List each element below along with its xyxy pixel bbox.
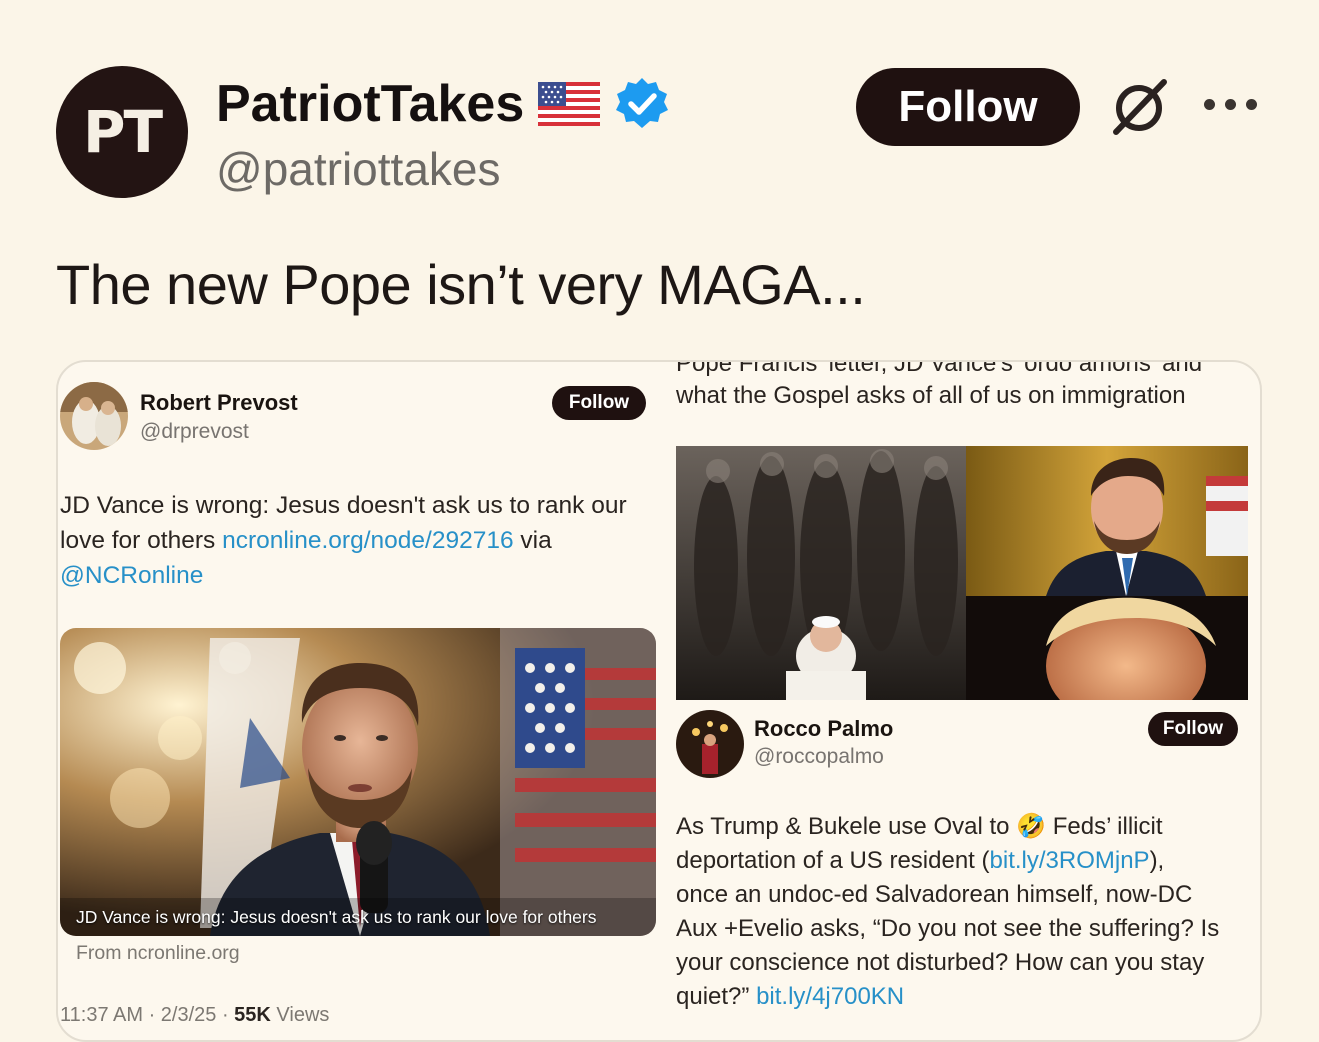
tweet-meta: 11:37 AM · 2/3/25 · 55K Views (60, 1004, 329, 1027)
bitly-link-1[interactable]: bit.ly/3ROMjnP (990, 847, 1150, 874)
line1-text-b: Feds’ illicit (1046, 813, 1163, 840)
views-count: 55K (234, 1004, 271, 1026)
tweet-text: The new Pope isn’t very MAGA... (56, 253, 866, 316)
palmo-line6: quiet?” bit.ly/4j700KN (676, 980, 1260, 1014)
palmo-follow-button[interactable]: Follow (1148, 712, 1238, 746)
ncronline-link[interactable]: ncronline.org/node/292716 (222, 527, 514, 554)
prevost-tweet-text: JD Vance is wrong: Jesus doesn't ask us … (60, 488, 664, 593)
ncronline-mention[interactable]: @NCRonline (60, 562, 203, 589)
prevost-handle[interactable]: @drprevost (140, 420, 249, 444)
media-card[interactable]: Robert Prevost @drprevost Follow JD Vanc… (56, 360, 1262, 1042)
tweet-header: PT PatriotTakes @patriottakes Follow (56, 66, 1279, 200)
palmo-tweet-text: As Trump & Bukele use Oval to 🤣 Feds’ il… (676, 810, 1260, 1014)
embedded-tweet-left[interactable]: Robert Prevost @drprevost Follow JD Vanc… (58, 362, 668, 1040)
follow-button[interactable]: Follow (856, 68, 1080, 146)
us-flag-icon (538, 82, 601, 126)
palmo-avatar[interactable] (676, 710, 744, 778)
views-label: Views (270, 1004, 330, 1026)
name-row: PatriotTakes (216, 74, 670, 134)
prevost-follow-button[interactable]: Follow (552, 386, 646, 420)
author-handle[interactable]: @patriottakes (216, 142, 501, 196)
grok-icon[interactable] (1106, 74, 1172, 140)
embedded-tweet-right[interactable]: Pope Francis' letter, JD Vance's 'ordo a… (674, 360, 1260, 1040)
more-icon[interactable] (1204, 92, 1260, 116)
avatar-text: PT (82, 98, 163, 166)
palmo-line5: your conscience not disturbed? How can y… (676, 949, 1205, 976)
article-card-image[interactable]: JD Vance is wrong: Jesus doesn't ask us … (60, 628, 656, 936)
text-part2: via (513, 527, 552, 554)
article-title: what the Gospel asks of all of us on imm… (676, 382, 1186, 409)
palmo-name[interactable]: Rocco Palmo (754, 716, 893, 742)
line6-text-a: quiet?” (676, 983, 757, 1010)
bitly-link-2[interactable]: bit.ly/4j700KN (756, 983, 904, 1010)
palmo-line1: As Trump & Bukele use Oval to 🤣 Feds’ il… (676, 810, 1260, 844)
palmo-handle[interactable]: @roccopalmo (754, 745, 884, 769)
verified-badge-icon (616, 78, 669, 128)
article-caption: JD Vance is wrong: Jesus doesn't ask us … (76, 907, 597, 927)
prevost-name[interactable]: Robert Prevost (140, 390, 298, 416)
palmo-line2: deportation of a US resident (bit.ly/3RO… (676, 844, 1260, 878)
palmo-line3: once an undoc-ed Salvadorean himself, no… (676, 881, 1193, 908)
line1-text-a: As Trump & Bukele use Oval to (676, 813, 1017, 840)
line2-text-a: deportation of a US resident ( (676, 847, 990, 874)
article-source[interactable]: From ncronline.org (76, 942, 240, 965)
prevost-avatar[interactable] (60, 382, 128, 450)
tweet-time[interactable]: 11:37 AM · 2/3/25 · (60, 1004, 234, 1026)
palmo-line4: Aux +Evelio asks, “Do you not see the su… (676, 915, 1220, 942)
author-avatar[interactable]: PT (56, 66, 188, 198)
laughing-emoji-icon: 🤣 (1016, 813, 1047, 840)
author-display-name[interactable]: PatriotTakes (216, 74, 524, 134)
article-title-cut: Pope Francis' letter, JD Vance's 'ordo a… (676, 360, 1203, 377)
article-collage-image[interactable] (676, 446, 1248, 700)
line2-text-b: ), (1149, 847, 1165, 874)
